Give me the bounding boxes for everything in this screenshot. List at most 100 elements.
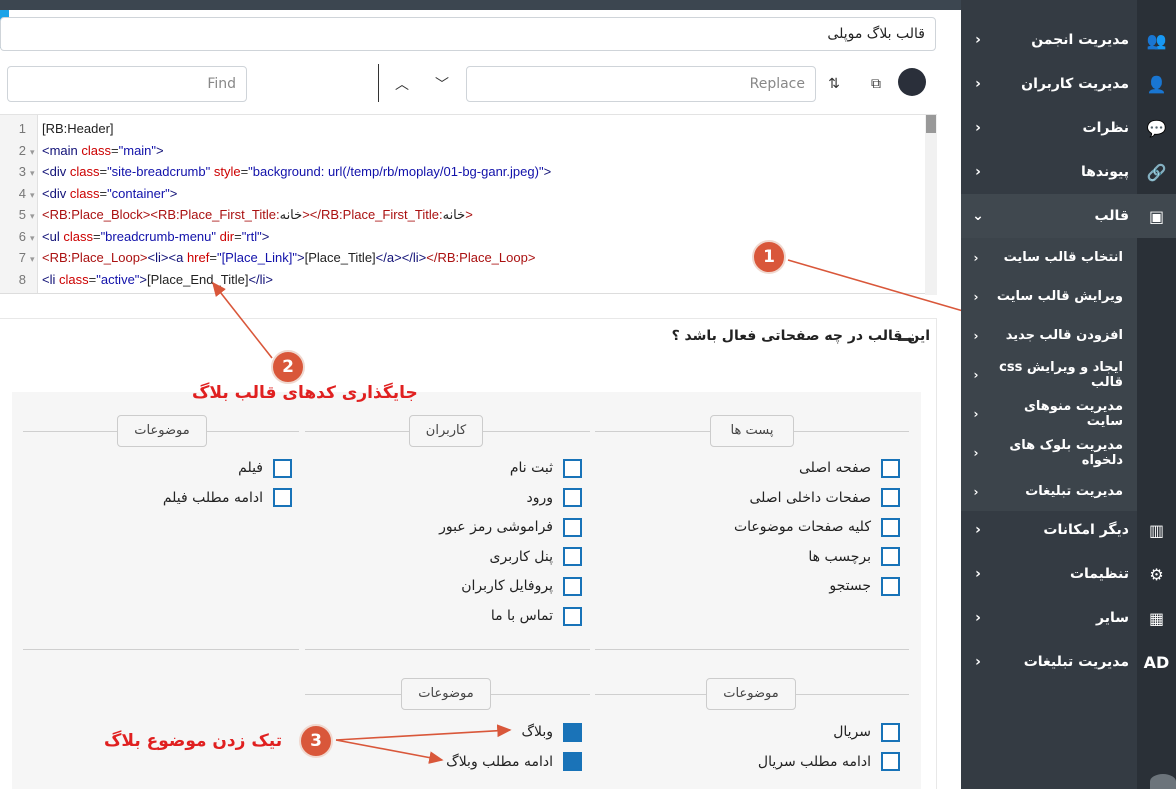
sidebar-footer-avatar[interactable] (1150, 774, 1176, 789)
sidebar-subitem[interactable]: ایجاد و ویرایش css قالب ‹ (961, 355, 1137, 394)
code-line[interactable]: 2 ▾ <main class="main"> (0, 140, 925, 162)
fold-arrow-icon[interactable]: ▾ (30, 227, 38, 249)
checkbox[interactable] (563, 517, 582, 537)
sidebar-subitem[interactable]: مدیریت تبلیغات ‹ (961, 472, 1137, 511)
code-line[interactable]: 4 ▾ <div class="container"> (0, 183, 925, 205)
checkbox-option[interactable]: تماس با ما (491, 605, 582, 627)
checkbox[interactable] (563, 547, 582, 567)
sidebar-item[interactable]: ▣ قالب ⌄ (961, 194, 1176, 238)
checkbox[interactable] (273, 458, 292, 478)
fold-arrow-icon[interactable]: ▾ (30, 248, 38, 270)
checkbox-label: کلیه صفحات موضوعات (733, 519, 871, 536)
checkbox[interactable] (563, 752, 582, 772)
checkbox-option[interactable]: کلیه صفحات موضوعات (734, 516, 900, 538)
theme-toggle-button[interactable] (898, 68, 926, 96)
replace-all-icon: ⧉ (871, 76, 881, 92)
search-prev-button[interactable]: ︿ (388, 70, 416, 98)
code-editor[interactable]: 1 [RB:Header] 2 ▾ <main class="main"> 3 ▾ <div … (0, 114, 937, 295)
checkbox-option[interactable]: وبلاگ (521, 721, 582, 743)
checkbox-label: صفحات داخلی اصلی (749, 489, 871, 506)
code-line[interactable]: 5 ▾ <RB:Place_Block><RB:Place_First_Title:… (0, 204, 925, 226)
sidebar-subitem[interactable]: ویرایش قالب سایت ‹ (961, 277, 1137, 316)
checkbox-option[interactable]: صفحه اصلی (799, 457, 900, 479)
checkbox[interactable] (563, 606, 582, 626)
editor-scroll-thumb[interactable] (926, 115, 936, 133)
gear-icon: ⚙ (1149, 564, 1164, 584)
checkbox-option[interactable]: ورود (526, 487, 582, 509)
replace-icon: ⇅ (828, 76, 840, 92)
sidebar-subitem[interactable]: مدیریت منوهای سایت ‹ (961, 394, 1137, 433)
checkbox[interactable] (563, 488, 582, 508)
group-divider (595, 649, 909, 650)
sidebar-item[interactable]: 👥 مدیریت انجمن ‹ (961, 18, 1176, 62)
sidebar-item[interactable]: ▥ دیگر امکانات ‹ (961, 508, 1176, 552)
checkbox[interactable] (881, 752, 900, 772)
code-text: <div class="container"> (42, 185, 178, 201)
checkbox-option[interactable]: جستجو (829, 575, 900, 597)
line-number: 7 (18, 250, 26, 265)
checkbox[interactable] (881, 517, 900, 537)
checkbox[interactable] (563, 458, 582, 478)
checkbox-option[interactable]: فیلم (238, 457, 292, 479)
sidebar-item[interactable]: 💬 نظرات ‹ (961, 106, 1176, 150)
checkbox-option[interactable]: ثبت نام (510, 457, 582, 479)
sidebar-subitem-label: ویرایش قالب سایت (996, 289, 1123, 304)
replace-input[interactable]: Replace (466, 66, 816, 102)
checkbox[interactable] (881, 722, 900, 742)
checkbox-option[interactable]: صفحات داخلی اصلی (749, 487, 900, 509)
grid-icon: ▦ (1148, 608, 1165, 628)
checkbox-label: جستجو (829, 578, 871, 595)
checkbox[interactable] (273, 488, 292, 508)
sidebar-item[interactable]: ⚙ تنظیمات ‹ (961, 552, 1176, 596)
checkbox[interactable] (563, 722, 582, 742)
sidebar-subitem[interactable]: انتخاب قالب سایت ‹ (961, 238, 1137, 277)
template-title-input[interactable]: قالب بلاگ موپلی (0, 17, 936, 51)
search-next-button[interactable]: ﹀ (428, 70, 456, 98)
checkbox-option[interactable]: پنل کاربری (490, 546, 582, 568)
checkbox-label: صفحه اصلی (798, 460, 871, 476)
code-line[interactable]: 3 ▾ <div class="site-breadcrumb" style="ba… (0, 161, 925, 183)
sidebar-subitem-label: افزودن قالب جدید (1005, 328, 1123, 343)
checkbox-option[interactable]: برچسب ها (808, 546, 900, 568)
checkbox-option[interactable]: فراموشی رمز عبور (439, 516, 582, 538)
checkbox[interactable] (881, 547, 900, 567)
code-line[interactable]: 8 <li class="active">[Place_End_Title]</l… (0, 269, 925, 291)
checkbox-option[interactable]: ادامه مطلب فیلم (163, 487, 292, 509)
checkbox-option[interactable]: سریال (833, 721, 900, 743)
checkbox-option[interactable]: پروفایل کاربران (461, 575, 582, 597)
annotation-badge-3: 3 (299, 724, 333, 758)
annotation-text-3: تیک زدن موضوع بلاگ (104, 731, 283, 751)
checkbox[interactable] (881, 458, 900, 478)
replace-all-button[interactable]: ⧉ (862, 70, 890, 98)
sidebar-item[interactable]: ▦ سایر ‹ (961, 596, 1176, 640)
checkbox[interactable] (881, 488, 900, 508)
code-line[interactable]: 7 ▾ <RB:Place_Loop><li><a href="[Place_Lin… (0, 247, 925, 269)
replace-button[interactable]: ⇅ (820, 70, 848, 98)
checkbox-label: ثبت نام (509, 460, 553, 476)
fold-arrow-icon[interactable]: ▾ (30, 162, 38, 184)
sidebar-subitem-label: انتخاب قالب سایت (1003, 250, 1123, 265)
code-line[interactable]: 6 ▾ <ul class="breadcrumb-menu" dir="rtl"> (0, 226, 925, 248)
group-title-topics-blog: موضوعات (401, 678, 491, 710)
sidebar-subitem[interactable]: افزودن قالب جدید ‹ (961, 316, 1137, 355)
checkbox[interactable] (563, 576, 582, 596)
fold-arrow-icon[interactable]: ▾ (30, 184, 38, 206)
chevron-left-icon: ‹ (973, 328, 979, 343)
sidebar-subitem-label: ایجاد و ویرایش css قالب (999, 359, 1123, 390)
editor-scrollbar[interactable] (925, 115, 937, 295)
checkbox-option[interactable]: ادامه مطلب سریال (758, 751, 900, 773)
sidebar-item[interactable]: 👤 مدیریت کاربران ‹ (961, 62, 1176, 106)
checkbox-option[interactable]: ادامه مطلب وبلاگ (446, 751, 582, 773)
chevron-left-icon: ‹ (975, 610, 981, 626)
sidebar-subitem[interactable]: مدیریت بلوک های دلخواه ‹ (961, 433, 1137, 472)
sidebar-item-label: تنظیمات (1069, 566, 1129, 582)
find-input[interactable]: Find (7, 66, 247, 102)
code-line[interactable]: 1 [RB:Header] (0, 118, 925, 140)
fold-arrow-icon[interactable]: ▾ (30, 141, 38, 163)
sidebar-item[interactable]: 🔗 پیوندها ‹ (961, 150, 1176, 194)
sidebar-item[interactable]: AD مدیریت تبلیغات ‹ (961, 640, 1176, 684)
fold-arrow-icon[interactable]: ▾ (30, 205, 38, 227)
line-number: 2 (18, 142, 26, 158)
code-text: <ul class="breadcrumb-menu" dir="rtl"> (42, 228, 270, 244)
checkbox[interactable] (881, 576, 900, 596)
